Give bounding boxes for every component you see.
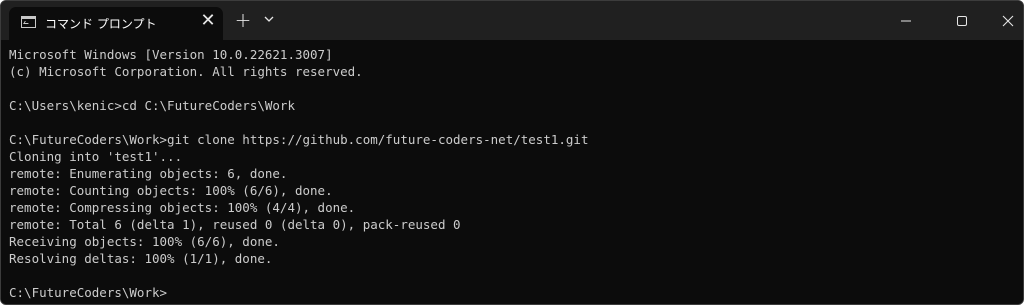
maximize-icon bbox=[957, 16, 967, 26]
terminal-line: remote: Counting objects: 100% (6/6), do… bbox=[9, 183, 333, 198]
terminal-line: (c) Microsoft Corporation. All rights re… bbox=[9, 64, 363, 79]
terminal-line: Microsoft Windows [Version 10.0.22621.30… bbox=[9, 47, 333, 62]
title-bar[interactable]: コマンド プロンプト ✕ + bbox=[1, 1, 1023, 40]
minimize-icon bbox=[901, 20, 911, 22]
minimize-button[interactable] bbox=[883, 1, 929, 40]
terminal-line: C:\FutureCoders\Work>git clone https://g… bbox=[9, 132, 589, 147]
terminal-line: Receiving objects: 100% (6/6), done. bbox=[9, 234, 280, 249]
tab-title: コマンド プロンプト bbox=[45, 17, 157, 31]
terminal-line: remote: Compressing objects: 100% (4/4),… bbox=[9, 200, 356, 215]
maximize-button[interactable] bbox=[939, 1, 985, 40]
close-icon bbox=[1002, 15, 1014, 27]
terminal-line: C:\Users\kenic>cd C:\FutureCoders\Work bbox=[9, 98, 295, 113]
terminal-prompt: C:\FutureCoders\Work> bbox=[9, 285, 168, 300]
terminal-icon bbox=[21, 16, 36, 28]
chevron-down-icon[interactable] bbox=[262, 11, 276, 27]
tab-command-prompt[interactable]: コマンド プロンプト ✕ bbox=[9, 7, 223, 40]
new-tab-button[interactable]: + bbox=[233, 10, 253, 30]
terminal-window: コマンド プロンプト ✕ + Microsoft Windows [Versio… bbox=[0, 0, 1024, 305]
terminal-line: Cloning into 'test1'... bbox=[9, 149, 183, 164]
terminal-line: remote: Enumerating objects: 6, done. bbox=[9, 166, 288, 181]
terminal-output[interactable]: Microsoft Windows [Version 10.0.22621.30… bbox=[1, 40, 1023, 304]
close-tab-icon[interactable]: ✕ bbox=[199, 12, 217, 30]
terminal-line: Resolving deltas: 100% (1/1), done. bbox=[9, 251, 273, 266]
close-window-button[interactable] bbox=[985, 1, 1023, 40]
terminal-line: remote: Total 6 (delta 1), reused 0 (del… bbox=[9, 217, 461, 232]
